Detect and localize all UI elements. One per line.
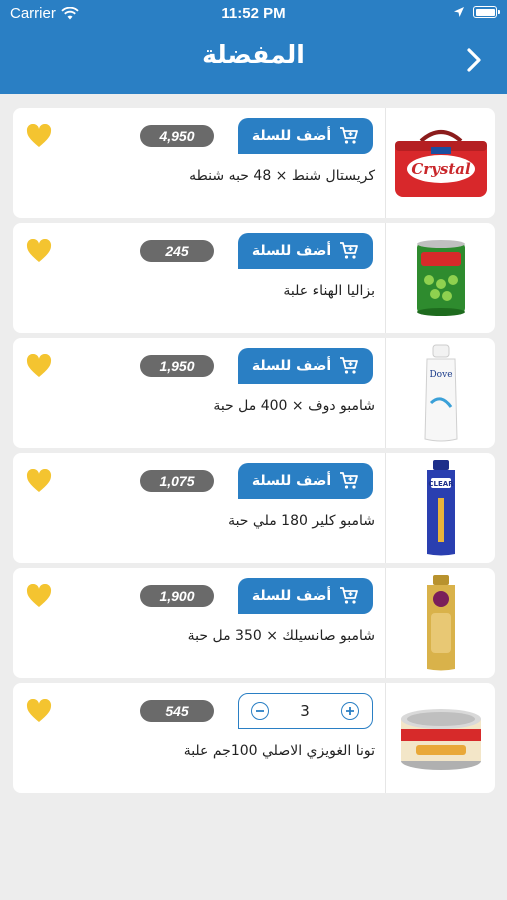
plus-icon — [346, 707, 354, 715]
cart-plus-icon — [340, 242, 359, 259]
price-badge: 545 — [140, 700, 214, 722]
product-image[interactable] — [385, 683, 495, 793]
list-item: 3 545 تونا الغويزي الاصلي 100جم علبة — [13, 683, 495, 793]
add-to-cart-label: أضف للسلة — [251, 243, 332, 259]
add-to-cart-label: أضف للسلة — [251, 473, 332, 489]
cart-plus-icon — [340, 357, 359, 374]
heart-icon[interactable] — [26, 469, 52, 493]
add-to-cart-button[interactable]: أضف للسلة — [238, 348, 373, 384]
add-to-cart-label: أضف للسلة — [251, 128, 332, 144]
price-badge: 1,900 — [140, 585, 214, 607]
add-to-cart-button[interactable]: أضف للسلة — [238, 233, 373, 269]
heart-icon[interactable] — [26, 239, 52, 263]
list-item: Dove أضف للسلة 1,950 شامبو دوف × 400 مل … — [13, 338, 495, 448]
cart-plus-icon — [340, 472, 359, 489]
heart-icon[interactable] — [26, 124, 52, 148]
clear-shampoo-icon: CLEAR — [426, 460, 455, 556]
add-to-cart-label: أضف للسلة — [251, 358, 332, 374]
crystal-bag-icon: Crystal — [394, 130, 487, 197]
status-bar: Carrier 11:52 PM — [0, 0, 507, 28]
heart-icon[interactable] — [26, 699, 52, 723]
product-image[interactable]: Dove — [385, 338, 495, 448]
add-to-cart-button[interactable]: أضف للسلة — [238, 463, 373, 499]
battery-icon — [473, 6, 500, 18]
app-header: Carrier 11:52 PM المفضلة — [0, 0, 507, 94]
cart-plus-icon — [340, 127, 359, 144]
product-image[interactable]: CLEAR — [385, 453, 495, 563]
quantity-stepper[interactable]: 3 — [238, 693, 373, 729]
product-name: شامبو صانسيلك × 350 مل حبة — [187, 628, 375, 644]
list-item: Crystal أضف للسلة 4,950 كريستال شنط × 48… — [13, 108, 495, 218]
svg-text:Dove: Dove — [429, 370, 452, 380]
product-name: كريستال شنط × 48 حبه شنطه — [189, 168, 375, 184]
add-to-cart-button[interactable]: أضف للسلة — [238, 578, 373, 614]
add-to-cart-label: أضف للسلة — [251, 588, 332, 604]
dove-shampoo-icon: Dove — [423, 344, 458, 442]
product-name: تونا الغويزي الاصلي 100جم علبة — [183, 743, 375, 759]
heart-icon[interactable] — [26, 584, 52, 608]
price-badge: 1,950 — [140, 355, 214, 377]
back-button[interactable] — [460, 44, 488, 76]
peas-can-icon — [416, 240, 465, 316]
add-to-cart-button[interactable]: أضف للسلة — [238, 118, 373, 154]
product-name: بزاليا الهناء علبة — [283, 283, 375, 299]
list-item: CLEAR أضف للسلة 1,075 شامبو كلير 180 ملي… — [13, 453, 495, 563]
sunsilk-shampoo-icon — [426, 575, 455, 671]
page-title: المفضلة — [202, 40, 305, 69]
cart-plus-icon — [340, 587, 359, 604]
product-name: شامبو دوف × 400 مل حبة — [213, 398, 375, 414]
product-image[interactable] — [385, 223, 495, 333]
chevron-right-icon — [467, 48, 481, 72]
price-badge: 4,950 — [140, 125, 214, 147]
heart-icon[interactable] — [26, 354, 52, 378]
svg-text:CLEAR: CLEAR — [428, 480, 454, 488]
plus-button[interactable] — [341, 702, 359, 720]
list-item: أضف للسلة 245 بزاليا الهناء علبة — [13, 223, 495, 333]
price-badge: 245 — [140, 240, 214, 262]
location-arrow-icon — [454, 7, 464, 17]
product-image[interactable]: Crystal — [385, 108, 495, 218]
svg-text:Crystal: Crystal — [411, 160, 471, 178]
price-badge: 1,075 — [140, 470, 214, 492]
tuna-can-icon — [400, 709, 481, 770]
product-image[interactable] — [385, 568, 495, 678]
product-name: شامبو كلير 180 ملي حبة — [228, 513, 375, 529]
status-time: 11:52 PM — [221, 5, 286, 22]
list-item: أضف للسلة 1,900 شامبو صانسيلك × 350 مل ح… — [13, 568, 495, 678]
